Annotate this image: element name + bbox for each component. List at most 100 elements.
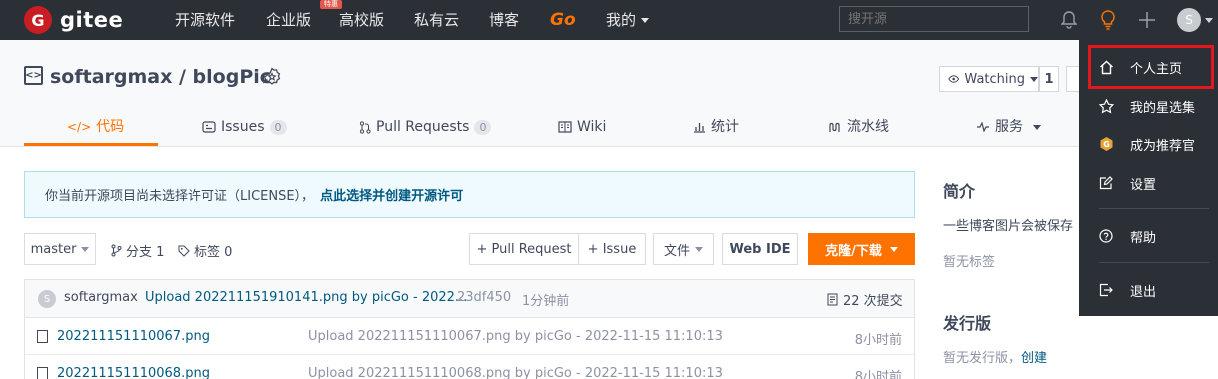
chevron-down-icon [1030, 76, 1038, 82]
active-tab-indicator [24, 143, 158, 146]
repo-title[interactable]: softargmax / blogPic [50, 66, 271, 88]
file-time: 8小时前 [854, 370, 902, 379]
wiki-icon [558, 121, 572, 133]
menu-item-my-stars[interactable]: 我的星选集 [1079, 86, 1218, 126]
commit-author[interactable]: softargmax [64, 290, 138, 305]
tab-stats[interactable]: 统计 [693, 107, 739, 147]
nav-mine[interactable]: 我的 [606, 0, 650, 40]
watch-label: Watching [964, 71, 1025, 87]
plus-icon[interactable] [1136, 8, 1158, 32]
issues-icon [202, 121, 216, 133]
pull-request-button[interactable]: + Pull Request [469, 233, 579, 265]
tag-icon [178, 245, 190, 257]
bell-icon[interactable] [1058, 8, 1080, 32]
nav-enterprise[interactable]: 企业版 [266, 0, 311, 40]
tab-issues[interactable]: Issues 0 [202, 107, 287, 147]
eye-icon [948, 75, 960, 83]
highlight-box [1088, 45, 1214, 89]
commit-avatar[interactable]: S [38, 290, 56, 308]
service-icon [977, 122, 989, 132]
commits-count-label: 22 次提交 [843, 294, 903, 309]
menu-item-help[interactable]: 帮助 [1079, 216, 1218, 256]
top-navbar: G gitee 开源软件 企业版 特惠 高校版 私有云 博客 Go 我的 S [0, 0, 1218, 40]
web-ide-button[interactable]: Web IDE [722, 233, 798, 265]
menu-divider [1099, 262, 1209, 263]
tab-services[interactable]: 服务 [976, 107, 1041, 147]
search-input[interactable] [839, 6, 1029, 32]
tab-wiki[interactable]: Wiki [558, 107, 606, 147]
commit-time: 1分钟前 [522, 294, 570, 309]
nav-mine-label: 我的 [606, 11, 637, 29]
tab-stats-label: 统计 [711, 119, 739, 135]
menu-item-label: 帮助 [1130, 230, 1157, 246]
watch-button[interactable]: Watching [939, 66, 1039, 92]
chevron-down-icon [1033, 124, 1041, 130]
gitee-logo-text: gitee [60, 8, 124, 32]
tab-pull-requests[interactable]: Pull Requests 0 [359, 107, 492, 147]
branch-select-label: master [30, 241, 77, 257]
issues-count: 0 [269, 119, 287, 135]
menu-item-label: 退出 [1130, 284, 1157, 300]
pr-icon [359, 120, 371, 134]
star-icon [1098, 98, 1114, 114]
recommend-icon: G [1098, 136, 1114, 152]
tab-pr-label: Pull Requests [376, 119, 470, 135]
commit-message[interactable]: Upload 202211151910141.png by picGo - 20… [145, 290, 467, 305]
tab-pipeline[interactable]: 流水线 [828, 107, 889, 147]
chevron-down-icon [641, 17, 650, 23]
menu-item-recommender[interactable]: G 成为推荐官 [1079, 124, 1218, 164]
file-list: S softargmax Upload 202211151910141.png … [24, 279, 915, 379]
avatar[interactable]: S [1177, 8, 1201, 32]
commits-count-link[interactable]: 22 次提交 [827, 290, 903, 309]
file-name[interactable]: 202211151110067.png [57, 329, 210, 344]
watch-count[interactable]: 1 [1039, 66, 1059, 92]
branches-link[interactable]: 分支 1 [111, 241, 164, 260]
nav-private-cloud[interactable]: 私有云 [414, 0, 459, 40]
file-commit-message[interactable]: Upload 202211151110068.png by picGo - 20… [308, 366, 723, 379]
license-notice-text: 你当前开源项目尚未选择许可证（LICENSE）， [45, 189, 315, 204]
nav-open-source[interactable]: 开源软件 [175, 0, 235, 40]
recommend-badge-icon[interactable] [262, 67, 282, 87]
chevron-down-icon [81, 246, 90, 252]
file-icon [37, 367, 48, 379]
tab-pipeline-label: 流水线 [847, 119, 889, 135]
no-release-text: 暂无发行版， [943, 351, 1022, 366]
license-create-link[interactable]: 点此选择并创建开源许可 [320, 185, 463, 204]
nav-go[interactable]: Go [550, 0, 576, 40]
nav-blog[interactable]: 博客 [489, 0, 519, 40]
tab-wiki-label: Wiki [577, 119, 607, 135]
tab-code[interactable]: </> 代码 [67, 107, 124, 147]
tags-label: 标签 0 [194, 245, 233, 260]
commit-hash[interactable]: 23df450 [457, 290, 511, 305]
issue-button[interactable]: + Issue [578, 233, 646, 265]
pipeline-icon [829, 122, 840, 132]
chevron-down-icon [695, 246, 703, 252]
logout-icon [1098, 282, 1114, 298]
branch-select[interactable]: master [24, 233, 96, 265]
tab-services-label: 服务 [995, 119, 1023, 135]
avatar-chevron-icon[interactable] [1205, 18, 1213, 23]
intro-text: 一些博客图片会被保存 [943, 219, 1074, 234]
tags-link[interactable]: 标签 0 [178, 241, 232, 260]
bulb-icon[interactable] [1097, 8, 1119, 32]
clone-download-button[interactable]: 克隆/下载 [808, 233, 915, 265]
tab-issues-label: Issues [221, 119, 265, 135]
file-commit-message[interactable]: Upload 202211151110067.png by picGo - 20… [308, 329, 723, 344]
menu-item-logout[interactable]: 退出 [1079, 270, 1218, 310]
files-dropdown[interactable]: 文件 [653, 233, 714, 265]
release-title: 发行版 [943, 314, 992, 333]
branch-icon [111, 244, 122, 257]
menu-divider [1099, 208, 1209, 209]
clone-label: 克隆/下载 [825, 243, 882, 259]
release-info: 暂无发行版，创建 [943, 347, 1047, 366]
tab-code-label: 代码 [96, 119, 125, 135]
gitee-logo[interactable]: G gitee [24, 5, 123, 35]
menu-item-settings[interactable]: 设置 [1079, 163, 1218, 203]
create-release-link[interactable]: 创建 [1021, 351, 1047, 366]
file-name[interactable]: 202211151110068.png [57, 366, 210, 379]
nav-university[interactable]: 高校版 [339, 0, 384, 40]
chart-icon [694, 123, 705, 133]
no-tags-text: 暂无标签 [943, 255, 996, 270]
menu-item-label: 我的星选集 [1130, 100, 1196, 116]
menu-item-label: 设置 [1130, 177, 1157, 193]
